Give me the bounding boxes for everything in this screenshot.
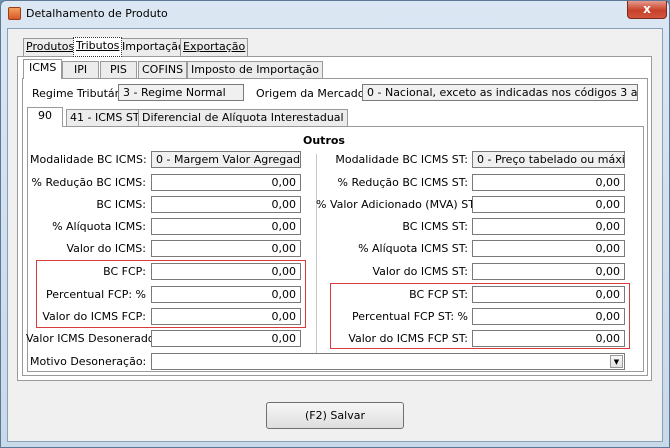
modalidade-bc-icms-label: Modalidade BC ICMS:: [30, 153, 147, 166]
valor-icms-desonerado-label: Valor ICMS Desonerado:: [26, 332, 159, 345]
aliquota-icms-field[interactable]: 0,00: [151, 218, 301, 235]
tab-cst-41-icms-st[interactable]: 41 - ICMS ST: [66, 109, 144, 127]
valor-icms-st-label: Valor do ICMS ST:: [372, 265, 468, 278]
bc-fcp-st-field[interactable]: 0,00: [472, 286, 625, 303]
tab-diferencial-aliquota[interactable]: Diferencial de Alíquota Interestadual: [138, 109, 348, 127]
aliquota-icms-label: % Alíquota ICMS:: [52, 220, 146, 233]
bc-fcp-st-label: BC FCP ST:: [409, 288, 468, 301]
section-title-outros: Outros: [303, 134, 345, 147]
percentual-fcp-st-label: Percentual FCP ST: %: [352, 310, 468, 323]
reducao-bc-icms-st-label: % Redução BC ICMS ST:: [337, 176, 468, 189]
percentual-fcp-field[interactable]: 0,00: [151, 286, 301, 303]
column-divider: [316, 154, 317, 364]
close-button[interactable]: x: [627, 1, 667, 19]
valor-icms-label: Valor do ICMS:: [66, 242, 146, 255]
percentual-fcp-label: Percentual FCP: %: [46, 288, 146, 301]
tab-exportacao[interactable]: Exportação: [180, 38, 249, 56]
reducao-bc-icms-label: % Redução BC ICMS:: [31, 176, 146, 189]
title-bar: Detalhamento de Produto x: [1, 1, 669, 27]
motivo-desoneracao-label: Motivo Desoneração:: [30, 355, 147, 368]
bc-icms-field[interactable]: 0,00: [151, 196, 301, 213]
motivo-desoneracao-select[interactable]: ▼: [151, 353, 625, 370]
aliquota-icms-st-label: % Alíquota ICMS ST:: [358, 242, 468, 255]
tab-ipi[interactable]: IPI: [62, 61, 100, 79]
regime-field[interactable]: 3 - Regime Normal: [118, 84, 244, 101]
bc-icms-label: BC ICMS:: [96, 198, 146, 211]
tab-importacao[interactable]: Importação: [119, 38, 188, 56]
valor-icms-st-field[interactable]: 0,00: [472, 263, 625, 280]
valor-icms-fcp-field[interactable]: 0,00: [151, 308, 301, 325]
mva-st-field[interactable]: 0,00: [472, 196, 625, 213]
modalidade-bc-icms-st-label: Modalidade BC ICMS ST:: [335, 153, 468, 166]
app-icon: [8, 7, 21, 20]
bc-fcp-field[interactable]: 0,00: [151, 263, 301, 280]
tab-pis[interactable]: PIS: [100, 61, 137, 79]
modalidade-bc-icms-field[interactable]: 0 - Margem Valor Agregado (%): [151, 151, 301, 168]
reducao-bc-icms-st-field[interactable]: 0,00: [472, 174, 625, 191]
bc-fcp-label: BC FCP:: [103, 265, 146, 278]
aliquota-icms-st-field[interactable]: 0,00: [472, 240, 625, 257]
bc-icms-st-label: BC ICMS ST:: [402, 220, 468, 233]
mva-st-label: % Valor Adicionado (MVA) ST:: [316, 198, 478, 211]
origem-field[interactable]: 0 - Nacional, exceto as indicadas nos có…: [362, 84, 638, 101]
reducao-bc-icms-field[interactable]: 0,00: [151, 174, 301, 191]
tab-tributos[interactable]: Tributos: [73, 37, 123, 57]
percentual-fcp-st-field[interactable]: 0,00: [472, 308, 625, 325]
valor-icms-desonerado-field[interactable]: 0,00: [151, 330, 301, 347]
tab-produtos[interactable]: Produtos: [23, 38, 78, 56]
valor-icms-fcp-label: Valor do ICMS FCP:: [42, 310, 146, 323]
bc-icms-st-field[interactable]: 0,00: [472, 218, 625, 235]
tab-cst-90[interactable]: 90: [27, 107, 63, 127]
window-title: Detalhamento de Produto: [26, 7, 168, 20]
valor-icms-fcp-st-label: Valor do ICMS FCP ST:: [348, 332, 468, 345]
valor-icms-field[interactable]: 0,00: [151, 240, 301, 257]
modalidade-bc-icms-st-field[interactable]: 0 - Preço tabelado ou máximo s: [472, 151, 625, 168]
chevron-down-icon[interactable]: ▼: [610, 355, 623, 368]
valor-icms-fcp-st-field[interactable]: 0,00: [472, 330, 625, 347]
tab-icms[interactable]: ICMS: [23, 59, 63, 79]
tab-cofins[interactable]: COFINS: [138, 61, 188, 79]
tab-imposto-importacao[interactable]: Imposto de Importação: [187, 61, 323, 79]
save-button[interactable]: (F2) Salvar: [266, 402, 404, 429]
